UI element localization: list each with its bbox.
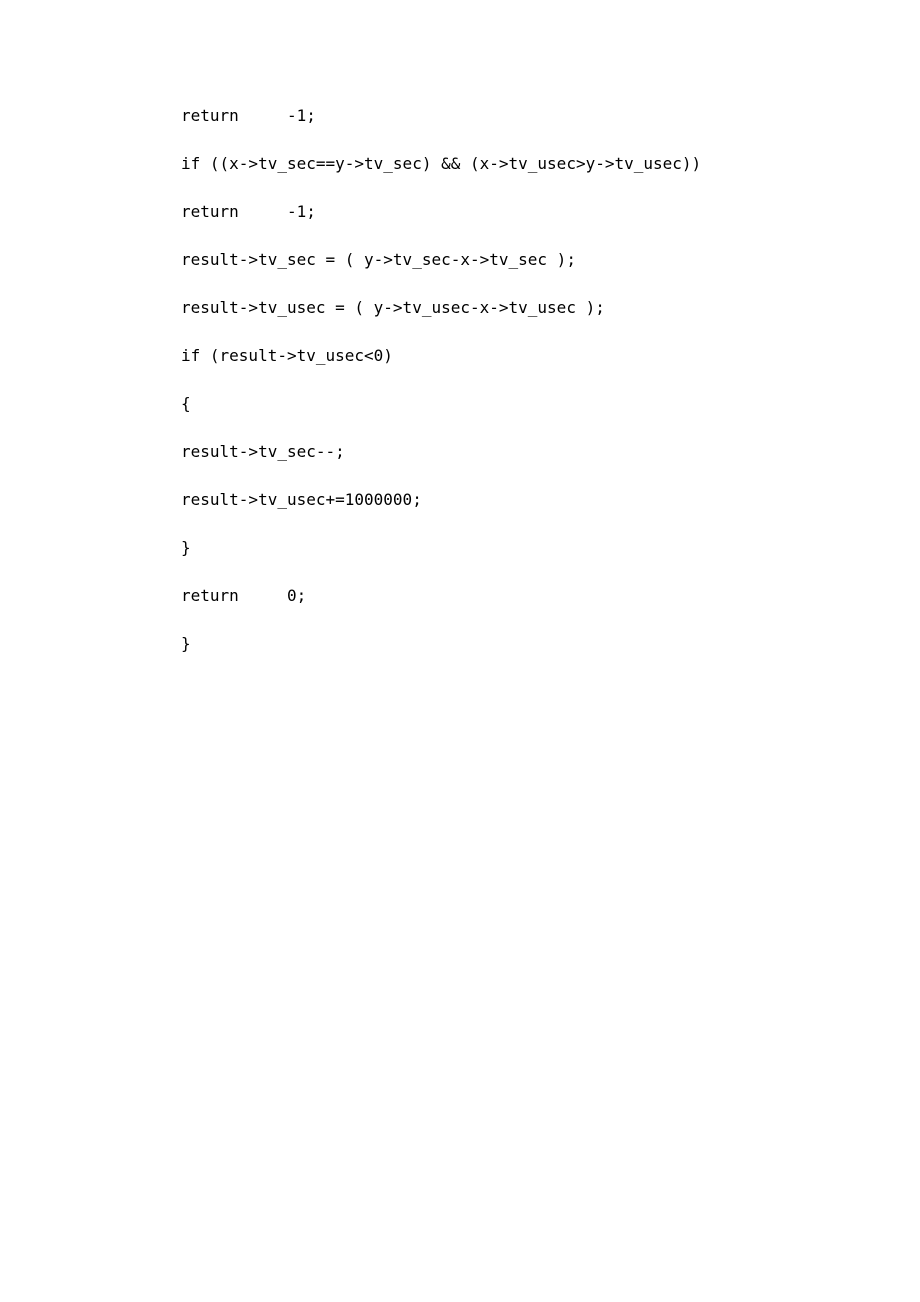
code-line: if (result->tv_usec<0) [181,348,860,364]
code-line: { [181,396,860,412]
code-line: result->tv_sec = ( y->tv_sec-x->tv_sec )… [181,252,860,268]
code-line: } [181,636,860,652]
code-line: return -1; [181,204,860,220]
code-line: result->tv_usec = ( y->tv_usec-x->tv_use… [181,300,860,316]
code-line: } [181,540,860,556]
document-page: return -1; if ((x->tv_sec==y->tv_sec) &&… [0,0,920,652]
code-line: if ((x->tv_sec==y->tv_sec) && (x->tv_use… [181,156,860,172]
code-line: result->tv_usec+=1000000; [181,492,860,508]
code-line: result->tv_sec--; [181,444,860,460]
code-line: return -1; [181,108,860,124]
code-line: return 0; [181,588,860,604]
